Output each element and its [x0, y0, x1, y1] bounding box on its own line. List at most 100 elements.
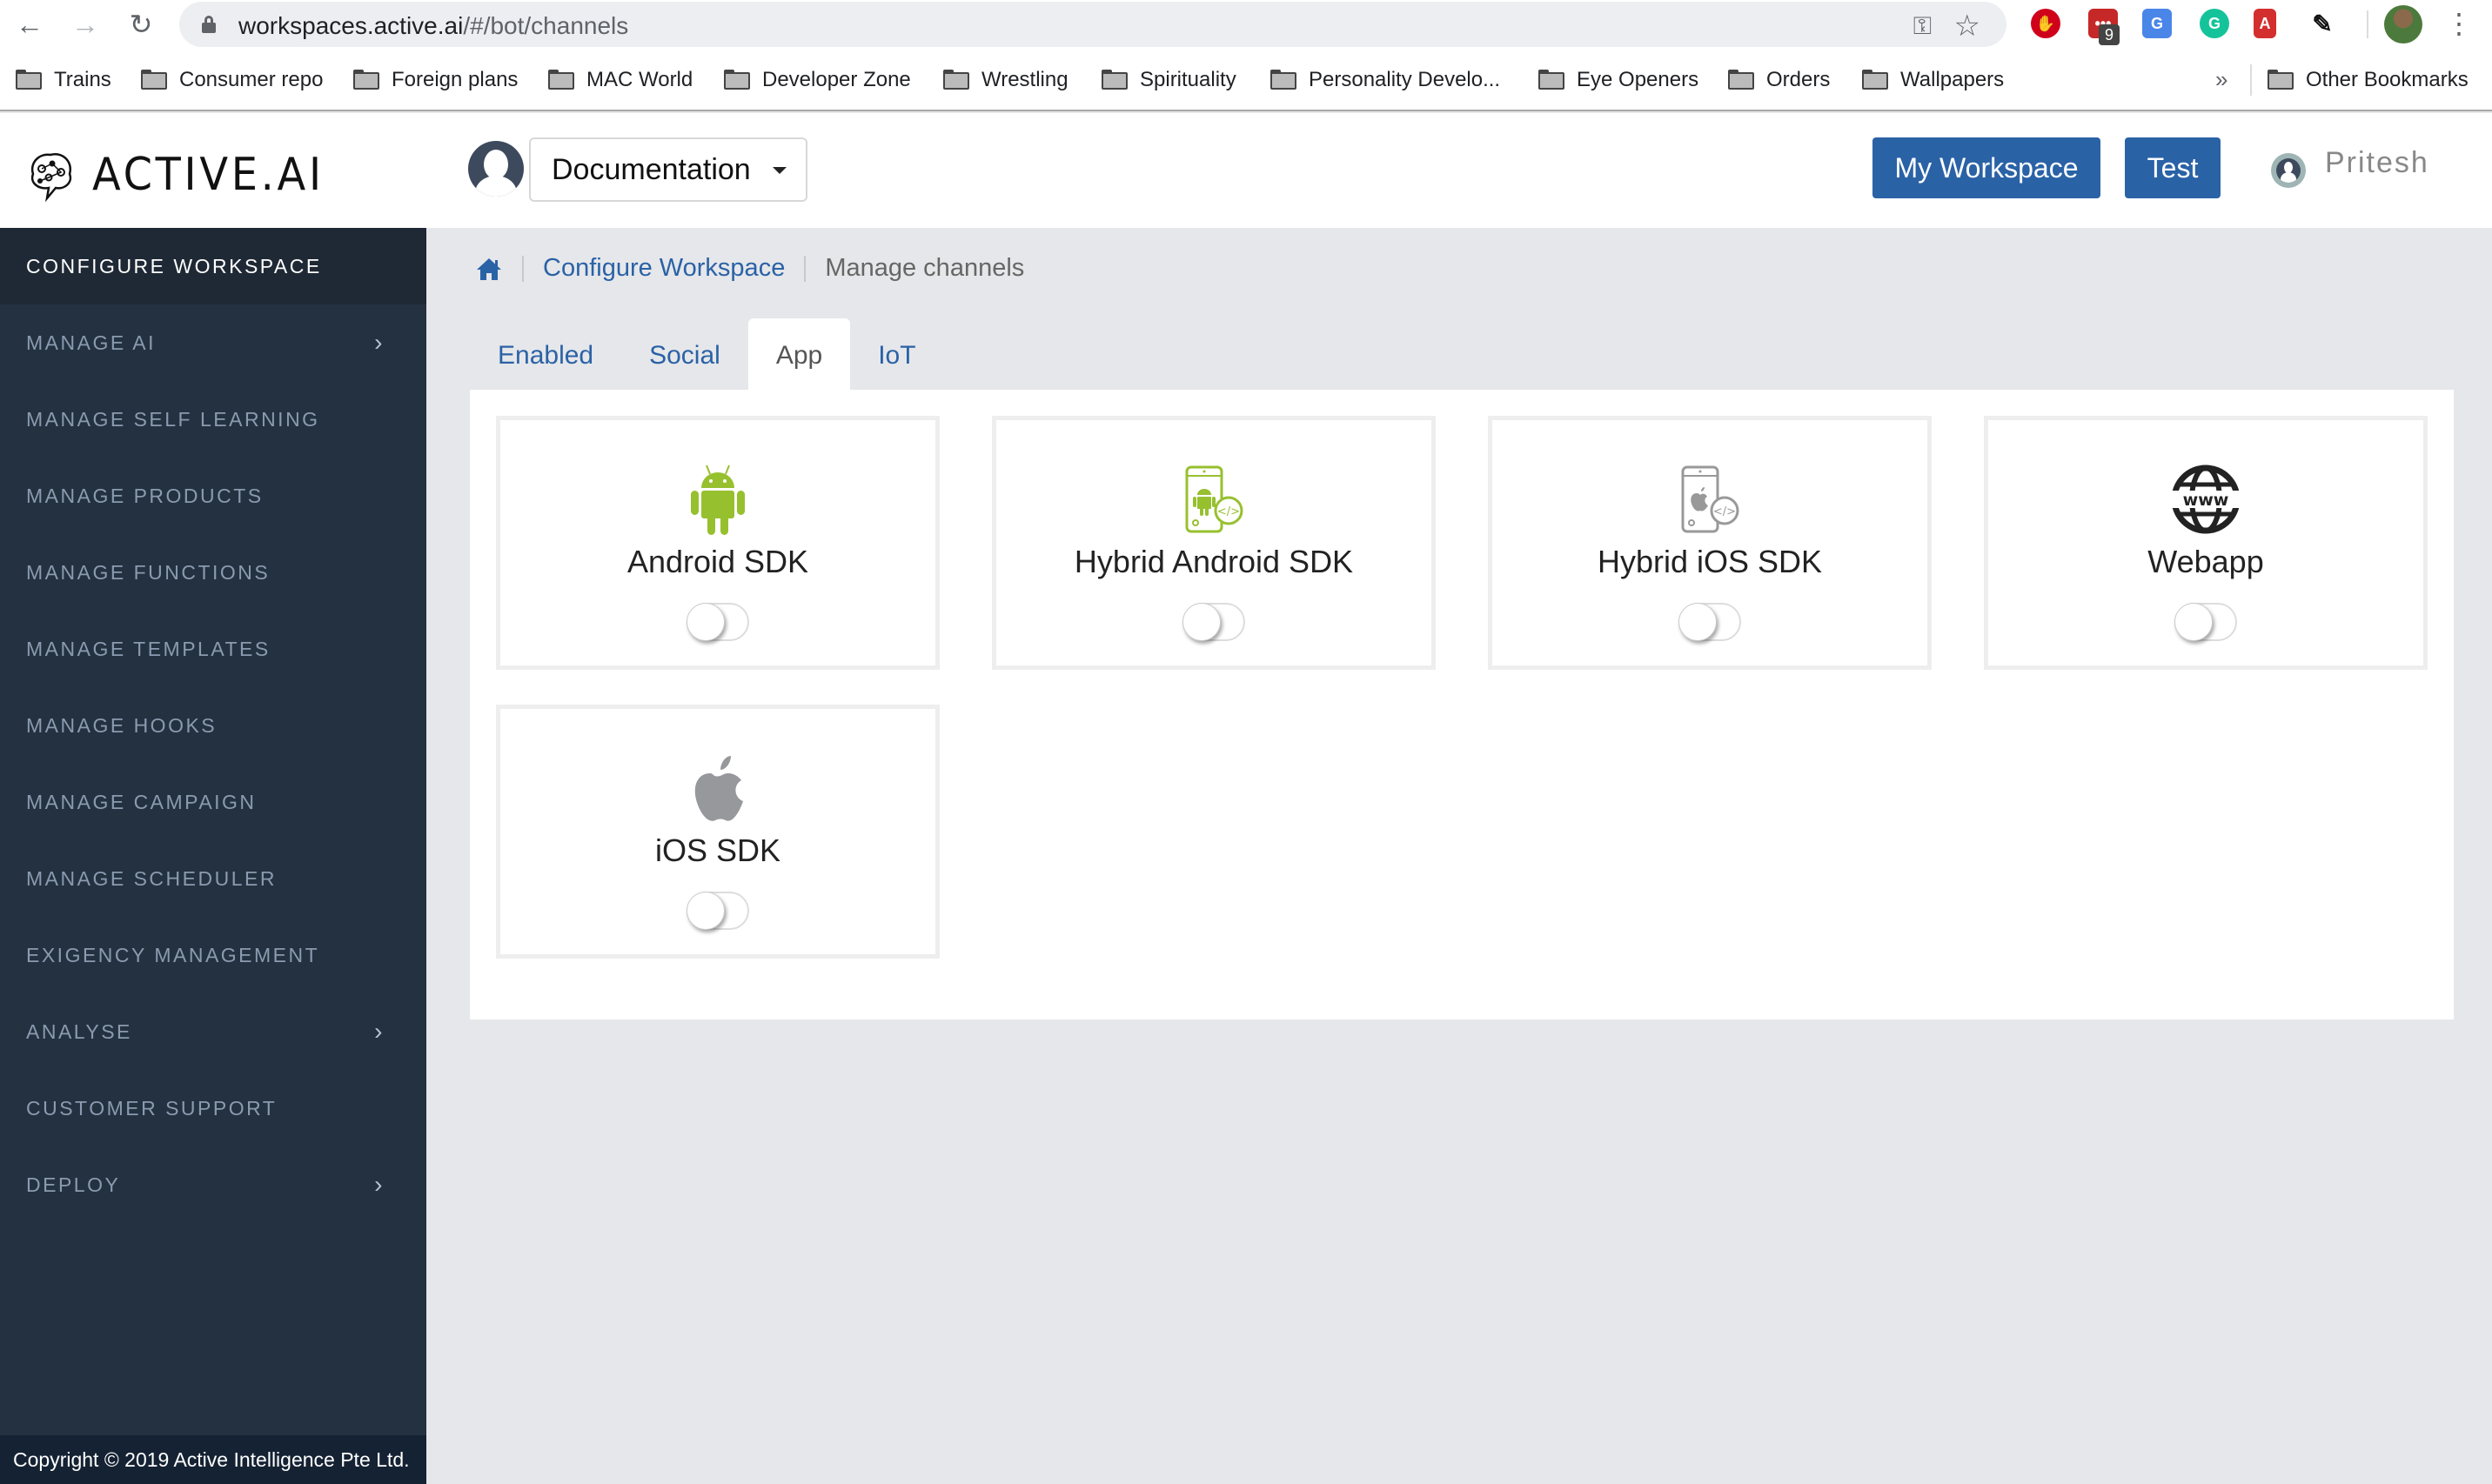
tab-enabled[interactable]: Enabled: [470, 318, 621, 390]
breadcrumb-separator: [522, 255, 524, 282]
bookmark-folder[interactable]: Eye Openers: [1538, 68, 1698, 92]
sidebar-item-manage-functions[interactable]: MANAGE FUNCTIONS: [0, 534, 426, 611]
folder-icon: [1728, 70, 1754, 90]
breadcrumb-configure-workspace[interactable]: Configure Workspace: [543, 254, 785, 283]
tab-social[interactable]: Social: [621, 318, 748, 390]
bookmark-star-icon[interactable]: ☆: [1954, 9, 1980, 43]
breadcrumb-current: Manage channels: [825, 254, 1025, 282]
bookmark-folder[interactable]: Trains: [16, 68, 111, 92]
channel-toggle-hybrid-ios-sdk[interactable]: [1678, 603, 1741, 641]
channel-toggle-hybrid-android-sdk[interactable]: [1182, 603, 1245, 641]
channel-card-android-sdk: Android SDK: [496, 416, 940, 670]
adblock-extension-icon[interactable]: ✋: [2031, 9, 2060, 38]
app-header: ACTIVE.AI Documentation My Workspace Tes…: [0, 113, 2492, 228]
toggle-knob: [687, 603, 725, 641]
sidebar-item-manage-ai[interactable]: MANAGE AI ›: [0, 304, 426, 381]
bookmark-folder[interactable]: Consumer repo: [141, 68, 323, 92]
apple-icon: [694, 756, 743, 821]
svg-text:www: www: [2183, 491, 2229, 510]
channel-toggle-ios-sdk[interactable]: [687, 892, 749, 930]
browser-profile-avatar[interactable]: [2384, 5, 2422, 43]
home-icon[interactable]: [475, 257, 503, 281]
url-text[interactable]: workspaces.active.ai/#/bot/channels: [238, 12, 628, 40]
bookmark-folder[interactable]: MAC World: [548, 68, 693, 92]
workspace-selector-value: Documentation: [552, 153, 751, 186]
sidebar-item-manage-campaign[interactable]: MANAGE CAMPAIGN: [0, 764, 426, 840]
hybrid-android-icon: </>: [1185, 465, 1243, 533]
brain-logo-icon: [30, 152, 72, 202]
chevron-right-icon: ›: [374, 329, 385, 356]
folder-icon: [1862, 70, 1888, 90]
logo[interactable]: ACTIVE.AI: [24, 148, 345, 202]
bookmarks-bar: Trains Consumer repo Foreign plans MAC W…: [0, 49, 2492, 111]
breadcrumb: Configure Workspace Manage channels: [475, 254, 1024, 283]
sidebar-item-exigency-management[interactable]: EXIGENCY MANAGEMENT: [0, 917, 426, 993]
sidebar-item-analyse[interactable]: ANALYSE ›: [0, 993, 426, 1070]
channel-name: Android SDK: [626, 544, 809, 579]
forward-button[interactable]: →: [66, 5, 104, 43]
bookmarks-overflow-button[interactable]: »: [2215, 66, 2227, 93]
other-bookmarks-folder[interactable]: Other Bookmarks: [2268, 68, 2469, 92]
workspace-selector[interactable]: Documentation: [529, 137, 807, 202]
channel-card-hybrid-ios-sdk: </> Hybrid iOS SDK: [1488, 416, 1932, 670]
pdf-extension-icon[interactable]: A: [2254, 9, 2276, 38]
pen-extension-icon[interactable]: ✎: [2308, 9, 2337, 38]
folder-icon: [724, 70, 750, 90]
sidebar-title[interactable]: CONFIGURE WORKSPACE: [0, 228, 426, 304]
google-translate-extension-icon[interactable]: G: [2142, 9, 2172, 38]
copyright-footer: Copyright © 2019 Active Intelligence Pte…: [0, 1435, 426, 1484]
bookmark-folder[interactable]: Foreign plans: [353, 68, 518, 92]
channel-name: Hybrid iOS SDK: [1597, 544, 1823, 579]
toolbar-divider: [2367, 10, 2368, 38]
toggle-knob: [1182, 603, 1221, 641]
breadcrumb-separator: [804, 255, 807, 282]
sidebar-item-manage-products[interactable]: MANAGE PRODUCTS: [0, 458, 426, 534]
folder-icon: [1538, 70, 1564, 90]
channel-name: Webapp: [2147, 544, 2264, 579]
workspace-avatar: [468, 141, 524, 197]
folder-icon: [16, 70, 42, 90]
android-icon: [691, 465, 745, 535]
channel-toggle-android-sdk[interactable]: [687, 603, 749, 641]
folder-icon: [141, 70, 167, 90]
sidebar-item-manage-templates[interactable]: MANAGE TEMPLATES: [0, 611, 426, 687]
folder-icon: [353, 70, 379, 90]
channel-card-webapp: www Webapp: [1984, 416, 2428, 670]
user-avatar[interactable]: [2271, 153, 2306, 188]
channel-toggle-webapp[interactable]: [2174, 603, 2237, 641]
user-name[interactable]: Pritesh: [2325, 146, 2429, 180]
test-button[interactable]: Test: [2125, 137, 2221, 198]
www-globe-icon: www: [2170, 465, 2241, 534]
browser-menu-icon[interactable]: ⋮: [2445, 7, 2473, 40]
grammarly-extension-icon[interactable]: G: [2200, 9, 2229, 38]
sidebar-item-deploy[interactable]: DEPLOY ›: [0, 1146, 426, 1223]
folder-icon: [943, 70, 969, 90]
bookmark-folder[interactable]: Spirituality: [1102, 68, 1236, 92]
address-bar[interactable]: workspaces.active.ai/#/bot/channels ⚿ ☆: [179, 2, 2006, 47]
reload-button[interactable]: ↻: [122, 5, 160, 43]
toggle-knob: [687, 892, 725, 930]
caret-down-icon: [773, 167, 787, 174]
sidebar-item-customer-support[interactable]: CUSTOMER SUPPORT: [0, 1070, 426, 1146]
bookmark-folder[interactable]: Wrestling: [943, 68, 1068, 92]
toggle-knob: [2174, 603, 2213, 641]
bookmark-folder[interactable]: Personality Develo...: [1270, 68, 1500, 92]
back-button[interactable]: ←: [10, 5, 49, 43]
sidebar-item-manage-self-learning[interactable]: MANAGE SELF LEARNING: [0, 381, 426, 458]
bookmark-folder[interactable]: Wallpapers: [1862, 68, 2004, 92]
extension-badge: 9: [2099, 24, 2120, 45]
tab-iot[interactable]: IoT: [850, 318, 943, 390]
sidebar-item-manage-hooks[interactable]: MANAGE HOOKS: [0, 687, 426, 764]
bookmark-folder[interactable]: Orders: [1728, 68, 1830, 92]
toggle-knob: [1678, 603, 1717, 641]
svg-text:</>: </>: [1713, 505, 1736, 518]
channel-name: Hybrid Android SDK: [1074, 544, 1354, 579]
tab-app[interactable]: App: [747, 318, 851, 390]
channel-tabs: Enabled Social App IoT: [470, 318, 944, 390]
sidebar-item-manage-scheduler[interactable]: MANAGE SCHEDULER: [0, 840, 426, 917]
bookmark-folder[interactable]: Developer Zone: [724, 68, 911, 92]
channel-card-hybrid-android-sdk: </> Hybrid Android SDK: [992, 416, 1436, 670]
key-icon[interactable]: ⚿: [1913, 12, 1932, 41]
lock-icon: [202, 16, 216, 33]
my-workspace-button[interactable]: My Workspace: [1872, 137, 2100, 198]
